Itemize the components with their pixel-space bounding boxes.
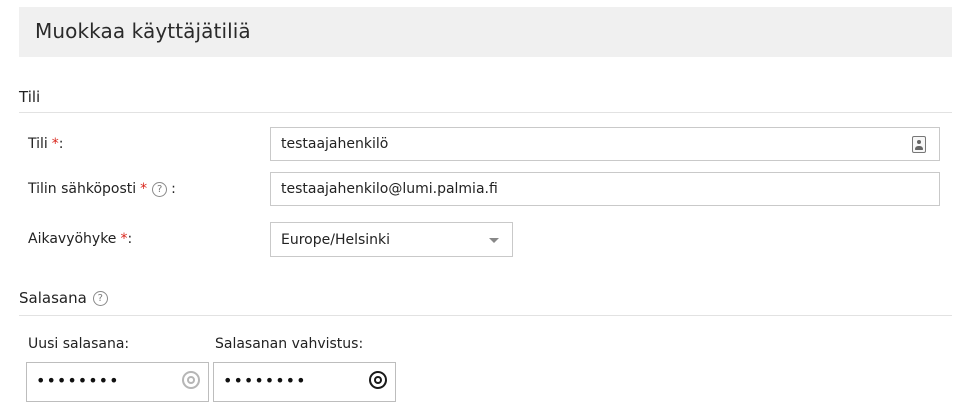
email-label-text: Tilin sähköposti (28, 181, 137, 197)
label-colon: : (127, 231, 133, 247)
page-header: Muokkaa käyttäjätiliä (19, 7, 952, 57)
help-icon[interactable]: ? (92, 290, 108, 306)
contact-card-icon[interactable] (912, 136, 926, 153)
timezone-selected-value: Europe/Helsinki (281, 231, 391, 248)
section-divider (19, 315, 952, 316)
account-label: Tili * : (28, 136, 64, 152)
new-password-label: Uusi salasana: (28, 336, 130, 352)
timezone-select[interactable]: Europe/Helsinki (270, 222, 513, 257)
section-divider (19, 112, 952, 113)
confirm-password-value: •••••••• (223, 371, 307, 390)
label-colon: : (171, 181, 176, 197)
email-label: Tilin sähköposti * ? : (28, 181, 176, 197)
eye-icon[interactable] (369, 371, 387, 389)
confirm-password-label: Salasanan vahvistus: (215, 336, 364, 352)
email-value: testaajahenkilo@lumi.palmia.fi (281, 181, 498, 197)
timezone-label: Aikavyöhyke * : (28, 231, 132, 247)
page-title: Muokkaa käyttäjätiliä (35, 19, 251, 43)
section-title-account: Tili (19, 88, 41, 106)
required-marker: * (120, 231, 128, 247)
help-icon[interactable]: ? (152, 181, 168, 197)
timezone-label-text: Aikavyöhyke (28, 231, 117, 247)
new-password-input[interactable]: •••••••• (26, 362, 209, 402)
required-marker: * (51, 136, 59, 152)
account-label-text: Tili (28, 136, 48, 152)
account-input[interactable]: testaajahenkilö (270, 127, 940, 161)
chevron-down-icon[interactable] (489, 238, 499, 243)
section-title-password: Salasana ? (19, 289, 108, 307)
new-password-value: •••••••• (36, 371, 120, 390)
confirm-password-input[interactable]: •••••••• (213, 362, 396, 402)
label-colon: : (58, 136, 64, 152)
section-title-password-text: Salasana (19, 289, 87, 307)
required-marker: * (140, 181, 148, 197)
eye-icon[interactable] (182, 371, 200, 389)
account-value: testaajahenkilö (281, 136, 389, 152)
email-input[interactable]: testaajahenkilo@lumi.palmia.fi (270, 172, 940, 206)
